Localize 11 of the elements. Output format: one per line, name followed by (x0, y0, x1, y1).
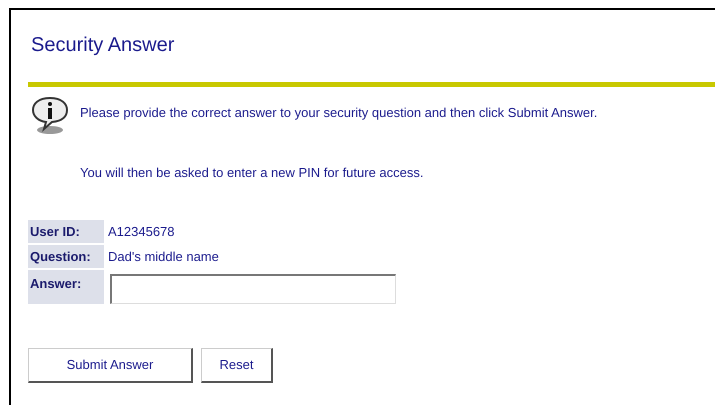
field-label: User ID: (28, 220, 104, 243)
submit-button[interactable]: Submit Answer (28, 348, 193, 383)
info-text: You will then be asked to enter a new PIN for future access. (80, 164, 424, 182)
field-value: Dad's middle name (108, 248, 219, 266)
field-value: A12345678 (108, 222, 175, 241)
field-label: Question: (28, 245, 104, 268)
field-label: Answer: (28, 270, 104, 304)
info-text: Please provide the correct answer to your security question and then click Submit Answer. (80, 104, 598, 122)
answer-field[interactable] (110, 274, 396, 304)
reset-button[interactable]: Reset (201, 348, 273, 383)
page-title: Security Answer (31, 33, 174, 58)
